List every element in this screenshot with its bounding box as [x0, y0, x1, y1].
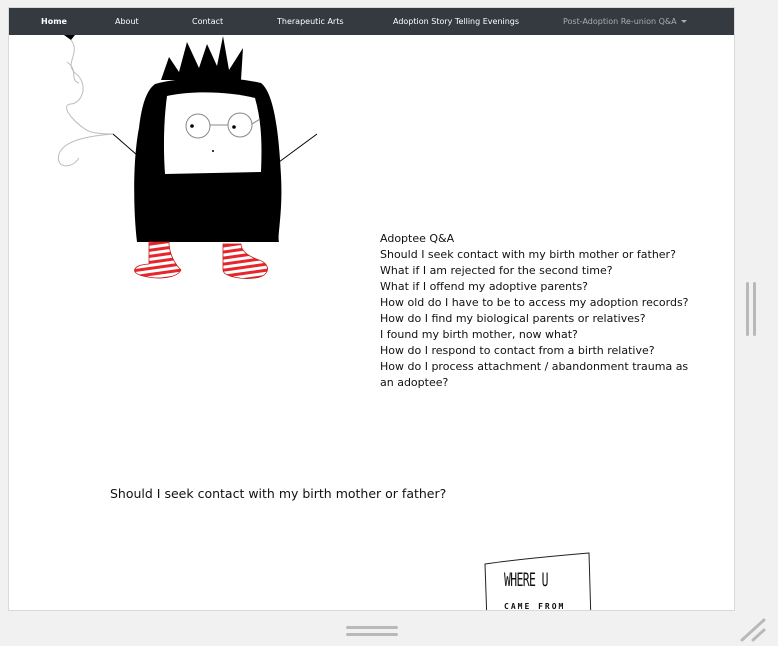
qa-link-rejected[interactable]: What if I am rejected for the second tim…	[380, 263, 700, 279]
qa-title: Adoptee Q&A	[380, 232, 455, 245]
card-title: WHERE U	[504, 569, 548, 591]
qa-link-found-birth-mother[interactable]: I found my birth mother, now what?	[380, 327, 700, 343]
nav-story-telling-evenings[interactable]: Adoption Story Telling Evenings	[393, 8, 519, 35]
drag-handle-bar	[346, 633, 398, 636]
scroll-handle-bar	[753, 282, 756, 336]
creature-illustration	[57, 35, 318, 279]
section-heading: Should I seek contact with my birth moth…	[110, 486, 447, 501]
scroll-handle-bar	[746, 282, 749, 336]
bottom-drag-handle[interactable]	[346, 624, 398, 638]
resize-grip-icon[interactable]	[739, 616, 767, 642]
qa-link-respond-contact[interactable]: How do I respond to contact from a birth…	[380, 343, 700, 359]
nav-reunion-qa-label: Post-Adoption Re-union Q&A	[563, 17, 677, 26]
nav-reunion-qa-dropdown[interactable]: Post-Adoption Re-union Q&A	[563, 8, 687, 35]
vertical-scroll-handle[interactable]	[746, 282, 756, 336]
qa-link-seek-contact[interactable]: Should I seek contact with my birth moth…	[380, 247, 700, 263]
qa-link-attachment-trauma[interactable]: How do I process attachment / abandonmen…	[380, 359, 700, 391]
drag-handle-bar	[346, 626, 398, 629]
qa-link-find-parents[interactable]: How do I find my biological parents or r…	[380, 311, 700, 327]
qa-link-offend-parents[interactable]: What if I offend my adoptive parents?	[380, 279, 700, 295]
page-viewport: Home About Contact Therapeutic Arts Adop…	[8, 7, 735, 611]
card-subtitle: CAME FROM	[504, 602, 566, 611]
adoptee-qa-list: Adoptee Q&A Should I seek contact with m…	[380, 231, 700, 391]
qa-link-records-age[interactable]: How old do I have to be to access my ado…	[380, 295, 700, 311]
caret-down-icon	[680, 20, 687, 23]
